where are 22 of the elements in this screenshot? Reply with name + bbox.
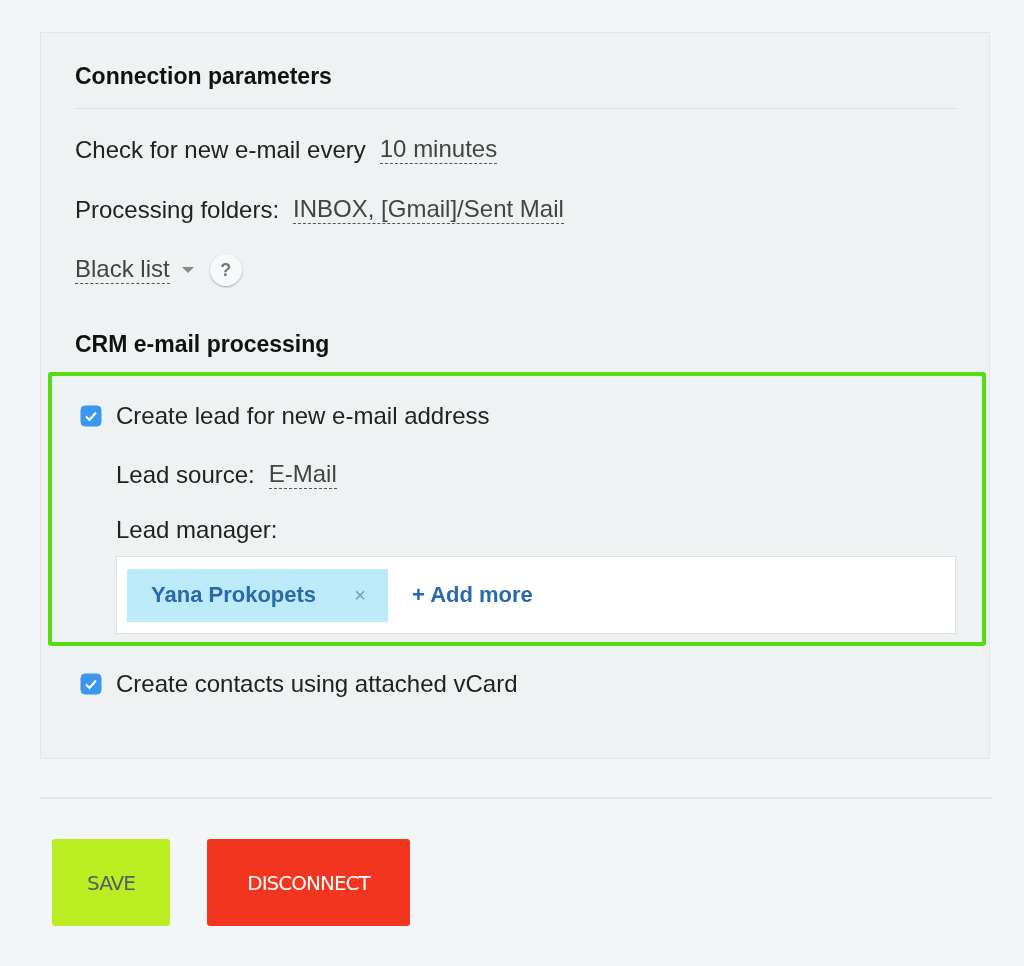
caret-icon[interactable] [181, 267, 194, 273]
field-label: Check for new e-mail every [75, 136, 366, 164]
folders-link[interactable]: INBOX, [Gmail]/Sent Mail [293, 196, 564, 224]
section-heading: CRM e-mail processing [75, 331, 331, 358]
checkbox[interactable] [80, 405, 102, 427]
blocklist-link[interactable]: Black list [75, 256, 170, 284]
user-tag[interactable]: Yana Prokopets × [127, 568, 388, 622]
field-label: Processing folders: [75, 196, 280, 224]
checkbox[interactable] [80, 673, 102, 695]
checkbox-label[interactable]: Create lead for new e-mail address [116, 402, 490, 430]
field-label: Lead source: [116, 461, 255, 489]
add-more-link[interactable]: + Add more [412, 582, 533, 608]
lead-source-link[interactable]: E-Mail [268, 461, 337, 489]
user-name: Yana Prokopets [151, 582, 318, 608]
disconnect-button[interactable]: DISCONNECT [207, 839, 410, 926]
checkbox-label[interactable]: Create contacts using attached vCard [116, 670, 518, 698]
interval-link[interactable]: 10 minutes [379, 136, 498, 164]
help-button[interactable]: ? [209, 254, 242, 286]
save-button[interactable]: SAVE [52, 839, 170, 926]
user-selector-field[interactable]: Yana Prokopets × + Add more [116, 556, 956, 634]
field-label: Lead manager: [116, 516, 279, 544]
section-heading: Connection parameters [75, 63, 333, 90]
